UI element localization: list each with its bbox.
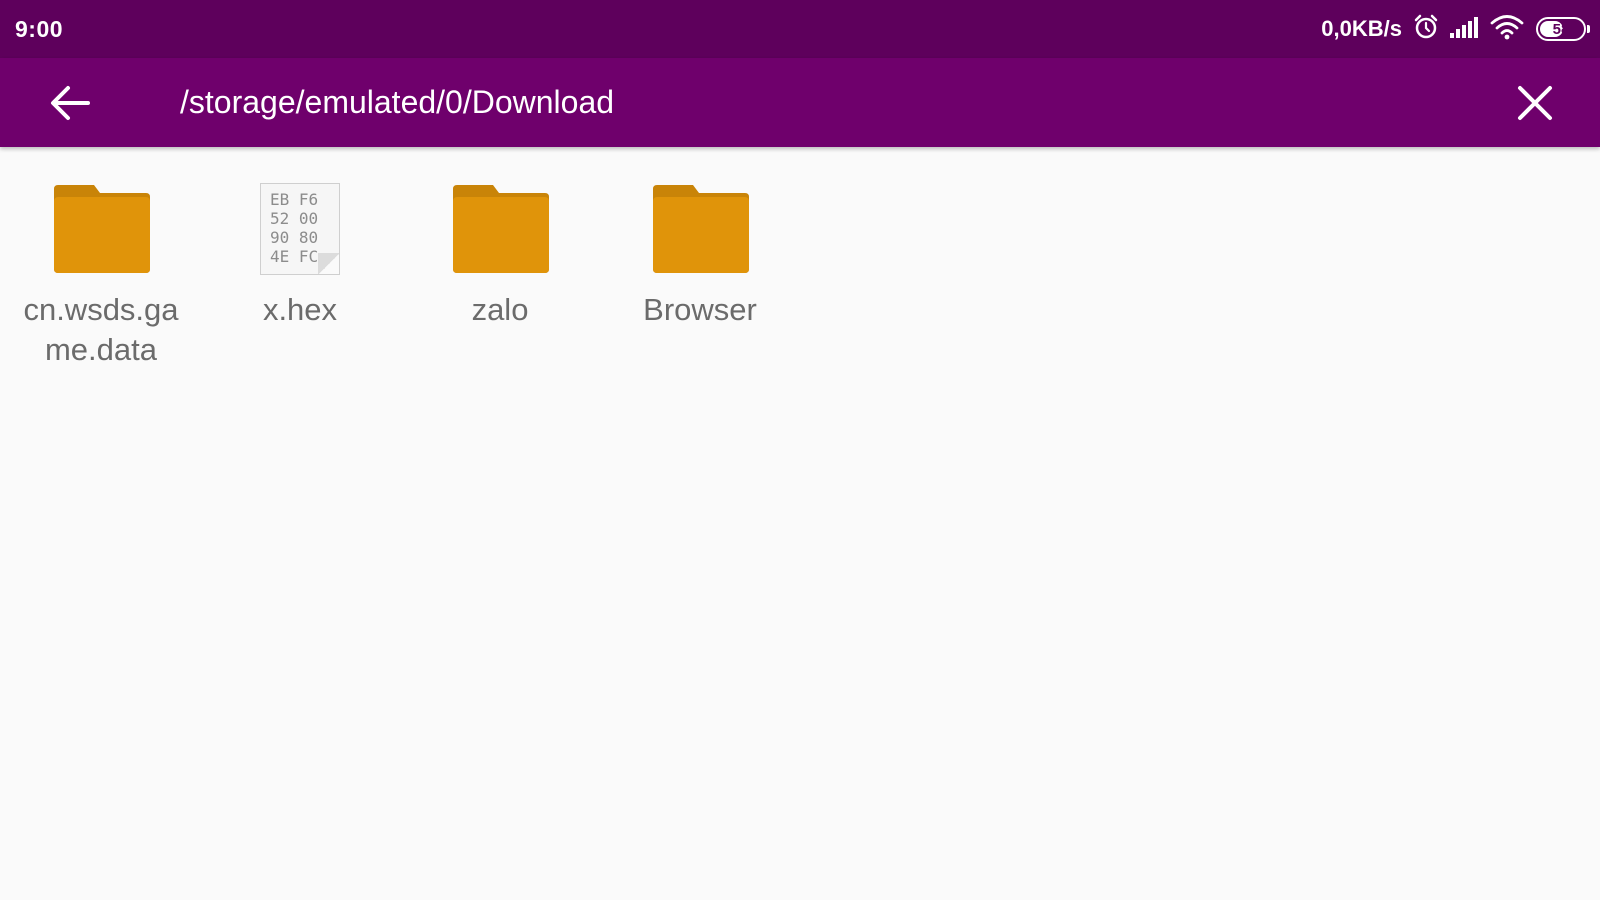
hex-preview-line: EB F6 [270, 190, 319, 209]
file-item-browser[interactable]: Browser [610, 175, 790, 330]
file-name: Browser [643, 292, 757, 327]
wifi-icon [1490, 13, 1524, 46]
back-button[interactable] [40, 80, 100, 126]
folder-icon [54, 185, 150, 273]
close-button[interactable] [1510, 78, 1560, 128]
file-item-cn-wsds-game-data[interactable]: cn.wsds.game.data [11, 175, 191, 370]
network-speed: 0,0KB/s [1321, 16, 1402, 41]
hex-file-icon: EB F6 52 00 90 80 4E FC [260, 183, 340, 275]
hex-preview-line: 52 00 [270, 209, 319, 228]
file-grid: cn.wsds.game.data EB F6 52 00 90 80 4E F… [0, 147, 1600, 900]
alarm-icon [1412, 13, 1440, 46]
hex-preview-line: 90 80 [270, 228, 319, 247]
current-path: /storage/emulated/0/Download [180, 84, 615, 120]
page-fold [318, 253, 339, 274]
file-name: cn.wsds.game.data [23, 292, 179, 367]
battery-icon: 58 [1536, 17, 1590, 41]
close-icon [1518, 86, 1552, 120]
file-item-zalo[interactable]: zalo [410, 175, 590, 330]
file-name: x.hex [262, 292, 338, 327]
app-bar: /storage/emulated/0/Download [0, 58, 1600, 147]
status-bar: 9:00 0,0KB/s 58 [0, 0, 1600, 58]
folder-icon [653, 185, 749, 273]
status-time: 9:00 [15, 15, 64, 42]
arrow-left-icon [51, 86, 90, 120]
status-icons: 0,0KB/s 58 [1321, 13, 1590, 46]
battery-level: 58 [1552, 20, 1570, 38]
folder-icon [453, 185, 549, 273]
file-name: zalo [471, 292, 529, 327]
signal-icon [1448, 14, 1482, 45]
file-item-x-hex[interactable]: EB F6 52 00 90 80 4E FC x.hex [210, 175, 390, 330]
